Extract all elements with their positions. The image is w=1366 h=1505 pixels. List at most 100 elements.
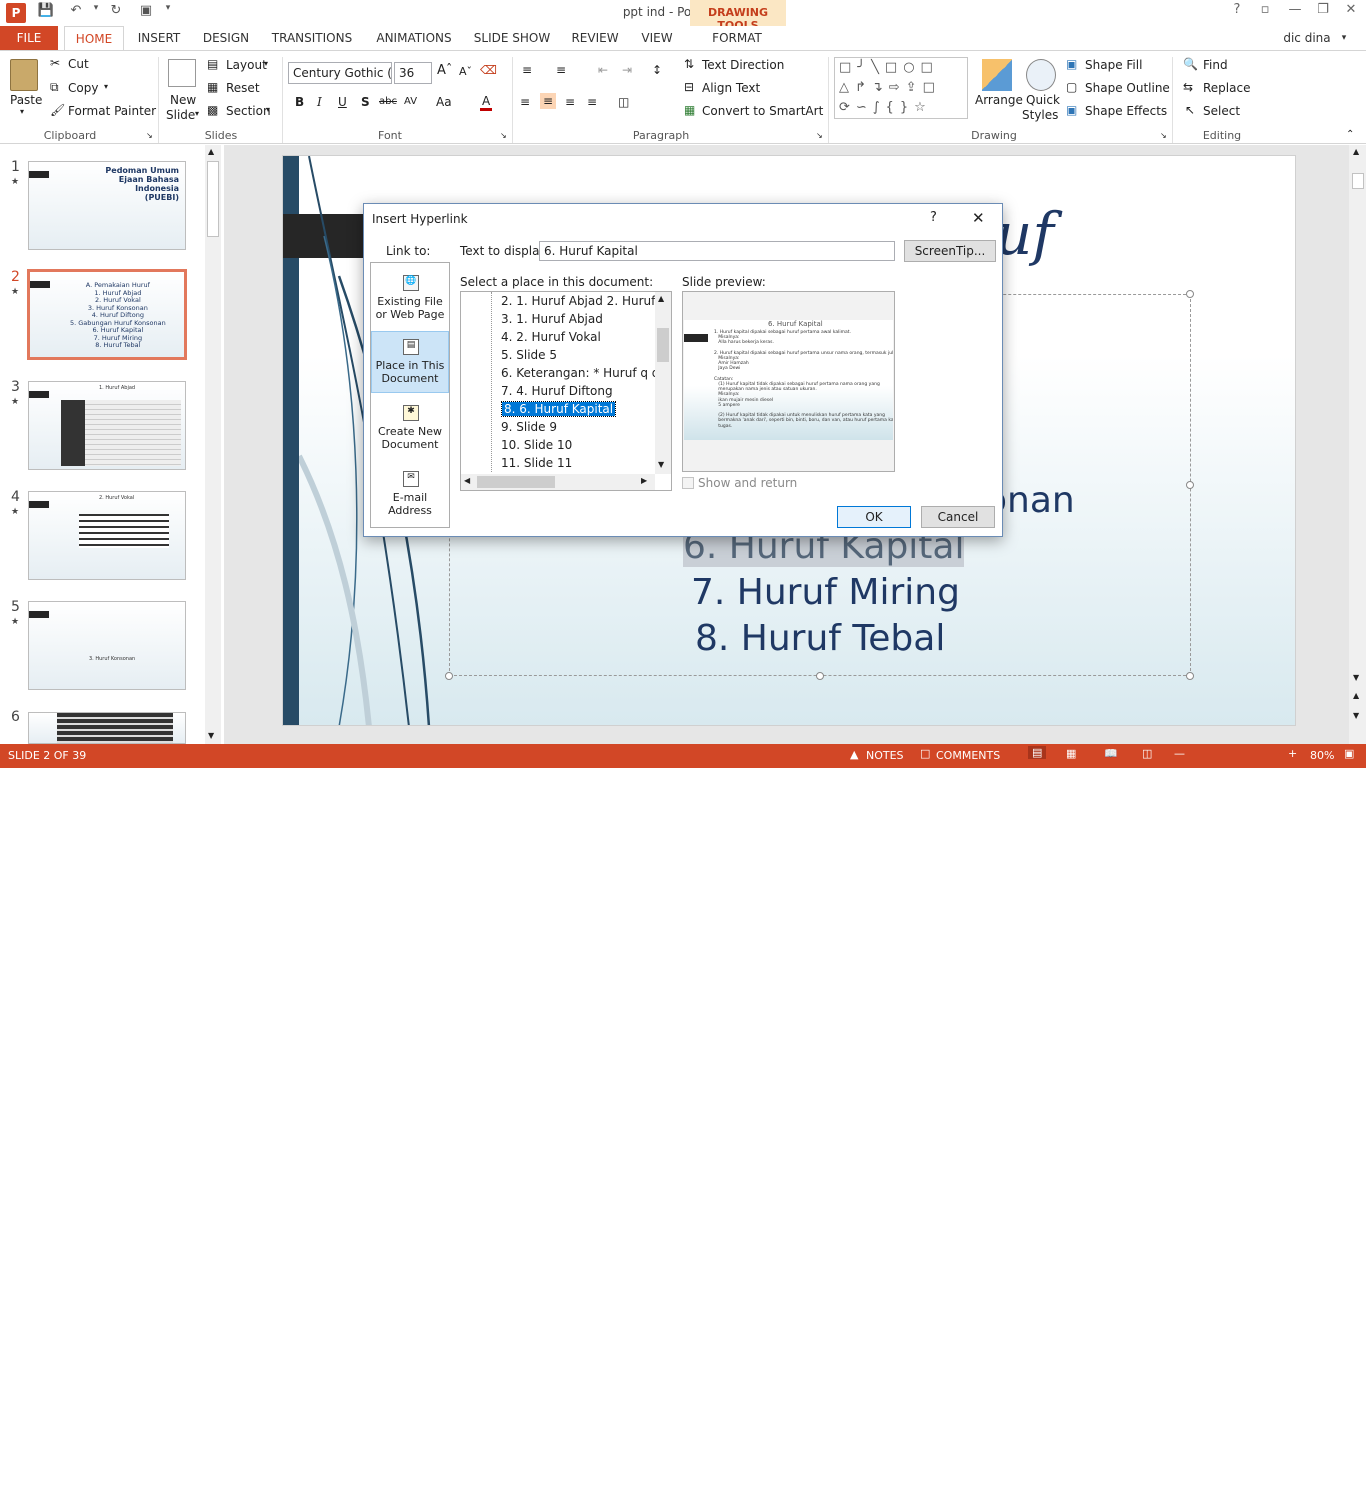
resize-handle[interactable] bbox=[1186, 672, 1194, 680]
normal-view-icon[interactable]: ▤ bbox=[1028, 746, 1047, 759]
reading-view-icon[interactable]: 📖 bbox=[1104, 747, 1118, 760]
shape-fill-icon[interactable]: ▣ bbox=[1066, 57, 1077, 71]
shape-outline-icon[interactable]: ▢ bbox=[1066, 80, 1077, 94]
slide-title[interactable]: uf bbox=[995, 200, 1054, 268]
slide-thumbnail-1[interactable]: Pedoman Umum Ejaan Bahasa Indonesia (PUE… bbox=[28, 161, 186, 250]
thumbnails-scrollbar[interactable]: ▲ ▼ bbox=[205, 145, 221, 744]
tab-format[interactable]: FORMAT bbox=[700, 26, 774, 50]
copy-button[interactable]: Copy bbox=[68, 81, 98, 95]
shape-fill-button[interactable]: Shape Fill bbox=[1085, 58, 1142, 72]
text-direction-icon[interactable]: ⇅ bbox=[684, 57, 694, 71]
align-left-icon[interactable]: ≡ bbox=[520, 95, 530, 109]
font-launcher-icon[interactable]: ↘ bbox=[500, 131, 507, 140]
slide-thumbnail-2[interactable]: A. Pemakaian Huruf 1. Huruf Abjad 2. Hur… bbox=[27, 269, 187, 360]
place-item[interactable]: 10. Slide 10 bbox=[501, 438, 572, 452]
paste-button[interactable]: Paste bbox=[10, 93, 42, 107]
scroll-left-icon[interactable]: ◀ bbox=[464, 476, 470, 485]
dialog-close-icon[interactable]: ✕ bbox=[972, 209, 985, 227]
shapes-gallery[interactable]: □╯╲□○□ △↱↴⇨⇪□ ⟳∽∫{}☆ bbox=[834, 57, 968, 119]
show-and-return-checkbox[interactable] bbox=[682, 477, 694, 489]
places-tree[interactable]: 2. 1. Huruf Abjad 2. Huruf Vo 3. 1. Huru… bbox=[460, 291, 672, 491]
reset-button[interactable]: Reset bbox=[226, 81, 260, 95]
place-item[interactable]: 9. Slide 9 bbox=[501, 420, 557, 434]
new-slide-button-line2[interactable]: Slide bbox=[166, 108, 195, 122]
slide-thumbnail-3[interactable]: 1. Huruf Abjad bbox=[28, 381, 186, 470]
copy-dropdown-icon[interactable]: ▾ bbox=[104, 82, 108, 91]
slide-thumbnail-4[interactable]: 2. Huruf Vokal bbox=[28, 491, 186, 580]
new-slide-icon[interactable] bbox=[168, 59, 196, 87]
link-option-email[interactable]: E-mail Address bbox=[371, 491, 449, 517]
center-icon[interactable]: ≡ bbox=[540, 93, 557, 109]
clipboard-launcher-icon[interactable]: ↘ bbox=[146, 131, 153, 140]
ok-button[interactable]: OK bbox=[837, 506, 911, 528]
numbering-icon[interactable]: ≡ bbox=[556, 63, 566, 77]
shape-effects-icon[interactable]: ▣ bbox=[1066, 103, 1077, 117]
place-item[interactable]: 11. Slide 11 bbox=[501, 456, 572, 470]
scroll-down-icon[interactable]: ▼ bbox=[1353, 673, 1359, 682]
scroll-thumb[interactable] bbox=[1352, 173, 1364, 189]
section-icon[interactable]: ▩ bbox=[207, 103, 218, 117]
tab-review[interactable]: REVIEW bbox=[566, 26, 624, 50]
font-name-combo[interactable]: Century Gothic ( bbox=[288, 62, 392, 84]
layout-dropdown-icon[interactable]: ▾ bbox=[264, 59, 268, 68]
new-slide-button[interactable]: New bbox=[170, 93, 196, 107]
font-color-button[interactable]: A bbox=[480, 94, 493, 111]
font-size-combo[interactable]: 36 bbox=[394, 62, 432, 84]
tab-transitions[interactable]: TRANSITIONS bbox=[268, 26, 356, 50]
resize-handle[interactable] bbox=[1186, 290, 1194, 298]
notes-button[interactable]: NOTES bbox=[866, 749, 904, 762]
zoom-slider[interactable] bbox=[1188, 1499, 1284, 1500]
layout-icon[interactable]: ▤ bbox=[207, 57, 218, 71]
layout-button[interactable]: Layout bbox=[226, 58, 267, 72]
dialog-help-button[interactable]: ? bbox=[930, 210, 937, 225]
zoom-level[interactable]: 80% bbox=[1310, 749, 1334, 762]
quick-styles-button-line2[interactable]: Styles bbox=[1022, 108, 1058, 122]
strikethrough-button[interactable]: abc bbox=[379, 96, 397, 107]
increase-indent-icon[interactable]: ⇥ bbox=[622, 63, 632, 77]
slide-list-item[interactable]: 8. Huruf Tebal bbox=[695, 618, 945, 659]
increase-font-icon[interactable]: Aˆ bbox=[437, 63, 452, 78]
shape-effects-button[interactable]: Shape Effects bbox=[1085, 104, 1167, 118]
place-item[interactable]: 2. 1. Huruf Abjad 2. Huruf Vo bbox=[501, 294, 656, 308]
tab-animations[interactable]: ANIMATIONS bbox=[370, 26, 458, 50]
tab-insert[interactable]: INSERT bbox=[132, 26, 186, 50]
tab-home[interactable]: HOME bbox=[64, 26, 124, 50]
place-item[interactable]: 7. 4. Huruf Diftong bbox=[501, 384, 613, 398]
paragraph-launcher-icon[interactable]: ↘ bbox=[816, 131, 823, 140]
link-option-existing-file[interactable]: Existing File or Web Page bbox=[371, 295, 449, 321]
justify-icon[interactable]: ≡ bbox=[587, 95, 597, 109]
decrease-font-icon[interactable]: Aˇ bbox=[459, 65, 472, 78]
scroll-right-icon[interactable]: ▶ bbox=[641, 476, 647, 485]
replace-icon[interactable]: ⇆ bbox=[1183, 80, 1193, 94]
align-right-icon[interactable]: ≡ bbox=[565, 95, 575, 109]
place-item[interactable]: 3. 1. Huruf Abjad bbox=[501, 312, 603, 326]
ribbon-display-options-icon[interactable]: ▫ bbox=[1250, 2, 1280, 22]
text-to-display-input[interactable]: 6. Huruf Kapital bbox=[539, 241, 895, 261]
paste-dropdown-icon[interactable]: ▾ bbox=[20, 107, 24, 116]
replace-button[interactable]: Replace bbox=[1203, 81, 1250, 95]
link-option-create-new[interactable]: Create New Document bbox=[371, 425, 449, 451]
character-spacing-button[interactable]: AV bbox=[404, 96, 417, 107]
cut-icon[interactable]: ✂ bbox=[50, 56, 60, 70]
tab-slide-show[interactable]: SLIDE SHOW bbox=[472, 26, 552, 50]
columns-icon[interactable]: ◫ bbox=[618, 95, 629, 109]
cancel-button[interactable]: Cancel bbox=[921, 506, 995, 528]
previous-slide-icon[interactable]: ▲ bbox=[1353, 691, 1359, 700]
collapse-ribbon-icon[interactable]: ⌃ bbox=[1346, 129, 1354, 140]
scroll-thumb[interactable] bbox=[657, 328, 669, 362]
slide-thumbnails-pane[interactable]: 1 ★ Pedoman Umum Ejaan Bahasa Indonesia … bbox=[0, 145, 222, 744]
place-item[interactable]: 5. Slide 5 bbox=[501, 348, 557, 362]
find-icon[interactable]: 🔍 bbox=[1183, 57, 1198, 71]
drawing-launcher-icon[interactable]: ↘ bbox=[1160, 131, 1167, 140]
next-slide-icon[interactable]: ▼ bbox=[1353, 711, 1359, 720]
arrange-icon[interactable] bbox=[982, 59, 1012, 91]
close-window-button[interactable]: ✕ bbox=[1336, 2, 1366, 22]
scroll-up-icon[interactable]: ▲ bbox=[208, 147, 214, 156]
paste-icon[interactable] bbox=[10, 59, 38, 91]
scroll-thumb[interactable] bbox=[207, 161, 219, 237]
select-button[interactable]: Select bbox=[1203, 104, 1240, 118]
help-button[interactable]: ? bbox=[1222, 2, 1252, 22]
quick-styles-button[interactable]: Quick bbox=[1026, 93, 1060, 107]
notes-icon[interactable]: ▲ bbox=[850, 748, 858, 761]
tab-design[interactable]: DESIGN bbox=[198, 26, 254, 50]
